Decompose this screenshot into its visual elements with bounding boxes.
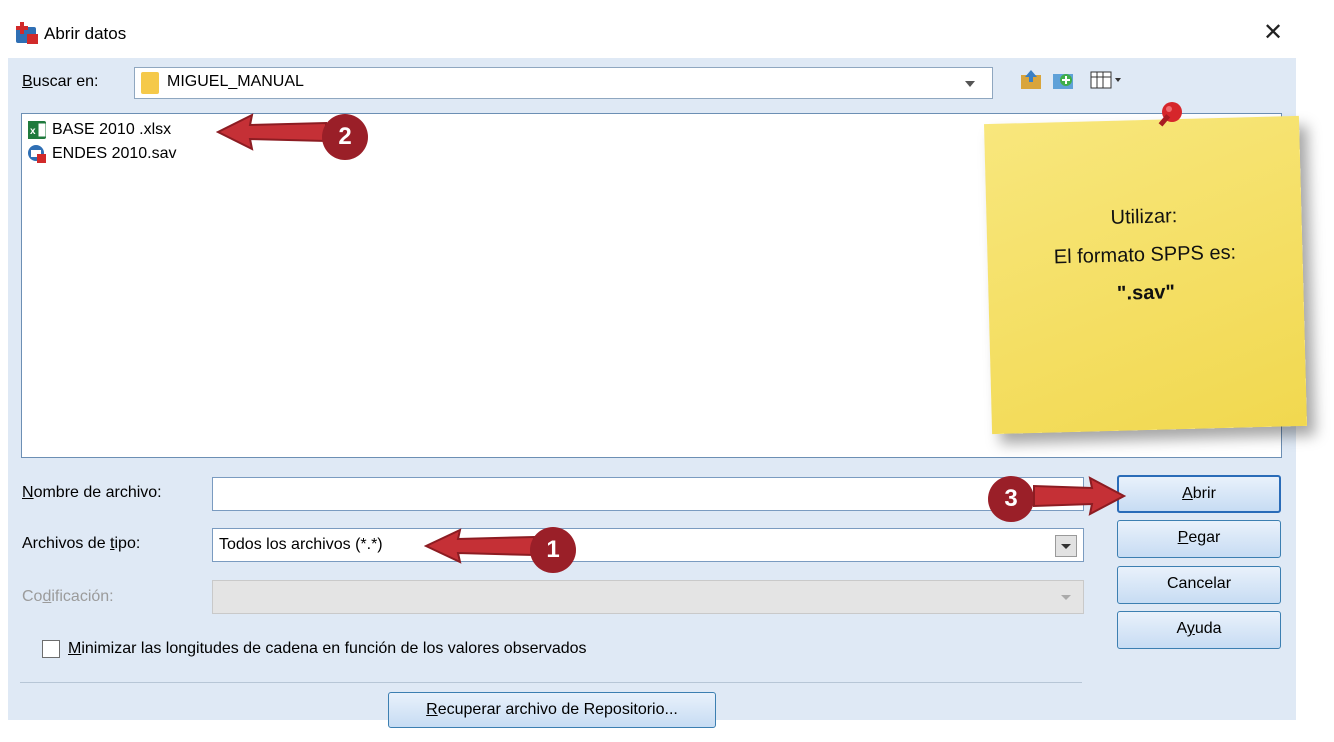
- file-name: ENDES 2010.sav: [52, 145, 177, 162]
- svg-text:x: x: [30, 126, 36, 137]
- retrieve-from-repository-button[interactable]: Recuperar archivo de Repositorio...: [388, 692, 716, 728]
- open-button[interactable]: Abrir: [1117, 475, 1281, 513]
- filetype-dropdown[interactable]: Todos los archivos (*.*): [212, 528, 1084, 562]
- list-item[interactable]: ENDES 2010.sav: [28, 142, 177, 165]
- new-folder-icon[interactable]: [1051, 68, 1075, 92]
- spss-data-file-icon: [28, 144, 46, 163]
- window-title: Abrir datos: [44, 24, 127, 43]
- arrow-annotation-2: [215, 111, 328, 153]
- minimize-checkbox-label: Minimizar las longitudes de cadena en fu…: [68, 640, 587, 657]
- arrow-annotation-3: [1030, 474, 1127, 518]
- spss-app-icon: [14, 22, 40, 46]
- up-folder-icon[interactable]: [1019, 68, 1043, 92]
- folder-icon: [141, 72, 159, 94]
- excel-file-icon: x: [28, 120, 47, 139]
- list-item[interactable]: x BASE 2010 .xlsx: [28, 118, 171, 141]
- help-button[interactable]: Ayuda: [1117, 611, 1281, 649]
- lookin-label: Buscar en:: [22, 73, 99, 90]
- view-menu-icon[interactable]: [1089, 69, 1123, 91]
- chevron-down-icon[interactable]: [1055, 535, 1077, 557]
- cancel-button[interactable]: Cancelar: [1117, 566, 1281, 604]
- filename-input[interactable]: [212, 477, 1084, 511]
- encoding-label: Codificación:: [22, 588, 114, 605]
- note-line-1: Utilizar:: [1110, 205, 1178, 229]
- close-icon[interactable]: ✕: [1258, 18, 1288, 48]
- minimize-checkbox[interactable]: [42, 640, 60, 658]
- lookin-folder-name: MIGUEL_MANUAL: [167, 73, 304, 90]
- arrow-annotation-1: [423, 526, 536, 566]
- encoding-dropdown: [212, 580, 1084, 614]
- sticky-note: Utilizar: El formato SPPS es: ".sav": [983, 115, 1308, 435]
- filetype-value: Todos los archivos (*.*): [219, 536, 383, 553]
- paste-button[interactable]: Pegar: [1117, 520, 1281, 558]
- pushpin-icon: [1152, 100, 1186, 134]
- filetype-label: Archivos de tipo:: [22, 535, 141, 552]
- badge-2: 2: [322, 114, 368, 160]
- note-line-2: El formato SPPS es:: [1053, 241, 1237, 269]
- badge-3: 3: [988, 476, 1034, 522]
- note-line-3: ".sav": [1116, 281, 1176, 305]
- badge-1: 1: [530, 527, 576, 573]
- chevron-down-icon[interactable]: [961, 74, 979, 92]
- lookin-dropdown[interactable]: MIGUEL_MANUAL: [134, 67, 993, 99]
- file-name: BASE 2010 .xlsx: [52, 121, 172, 138]
- chevron-down-icon: [1057, 588, 1075, 606]
- title-bar: [0, 12, 1334, 56]
- filename-label: Nombre de archivo:: [22, 484, 162, 501]
- separator: [20, 682, 1082, 683]
